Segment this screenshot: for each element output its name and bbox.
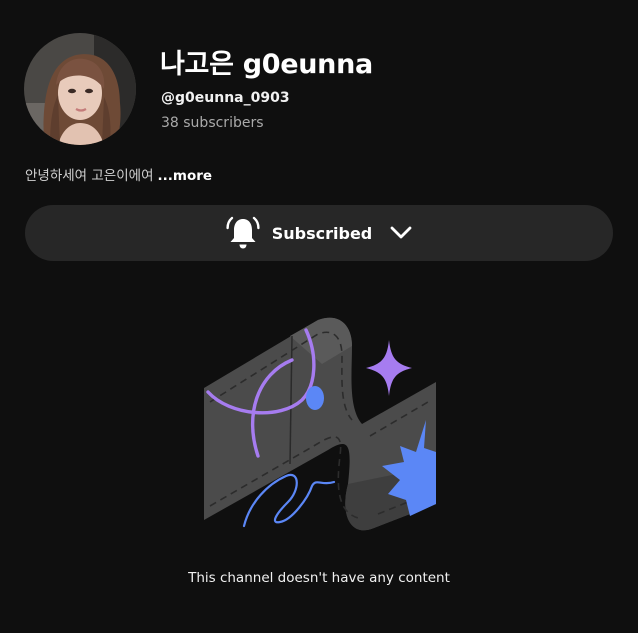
subscribed-button[interactable]: Subscribed xyxy=(25,205,613,261)
channel-handle: @g0eunna_0903 xyxy=(161,90,290,106)
chevron-down-icon xyxy=(390,226,412,239)
channel-name: 나고은 g0eunna xyxy=(160,49,373,80)
channel-avatar[interactable] xyxy=(24,33,136,145)
empty-state-message: This channel doesn't have any content xyxy=(188,570,450,586)
empty-channel-illustration xyxy=(200,316,440,538)
channel-description[interactable]: 안녕하세여 고은이에여 ...more xyxy=(25,164,212,184)
subscribed-label: Subscribed xyxy=(271,223,373,243)
description-text: 안녕하세여 고은이에여 xyxy=(25,168,154,184)
bell-icon xyxy=(226,216,260,249)
more-link[interactable]: ...more xyxy=(158,168,213,184)
subscriber-count: 38 subscribers xyxy=(161,115,264,131)
